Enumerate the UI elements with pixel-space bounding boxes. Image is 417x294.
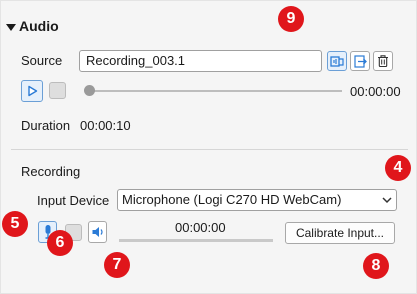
callout-label: 6 (55, 234, 65, 251)
chevron-down-icon[interactable] (382, 196, 392, 204)
duration-label: Duration (21, 118, 71, 133)
input-device-label: Input Device (37, 193, 110, 208)
calibrate-input-button[interactable]: Calibrate Input... (285, 222, 395, 244)
recording-section-title: Recording (21, 164, 81, 179)
callout-badge: 8 (363, 253, 389, 279)
callout-badge: 9 (278, 6, 304, 32)
section-divider (11, 149, 408, 150)
export-audio-button[interactable] (350, 51, 370, 71)
collapse-arrow-icon[interactable] (6, 24, 16, 31)
duration-value: 00:00:10 (80, 118, 131, 133)
source-field[interactable]: Recording_003.1 (79, 50, 322, 72)
callout-label: 5 (10, 215, 20, 232)
callout-badge: 5 (2, 211, 28, 237)
source-label: Source (21, 53, 63, 68)
play-icon (28, 85, 38, 97)
playback-slider[interactable] (90, 90, 342, 92)
playback-time: 00:00:00 (350, 84, 401, 99)
callout-badge: 6 (47, 230, 73, 256)
delete-audio-button[interactable] (373, 51, 393, 71)
input-level-time: 00:00:00 (175, 220, 226, 235)
import-audio-button[interactable] (327, 51, 347, 71)
input-level-meter (119, 239, 273, 242)
play-button[interactable] (21, 80, 43, 102)
import-audio-icon (330, 56, 344, 67)
export-audio-icon (354, 55, 367, 68)
callout-badge: 4 (385, 155, 411, 181)
audio-section-title: Audio (19, 18, 59, 34)
callout-label: 9 (286, 10, 296, 27)
callout-label: 7 (112, 256, 122, 273)
playback-slider-thumb[interactable] (84, 85, 95, 96)
callout-label: 8 (371, 257, 381, 274)
speaker-icon (92, 227, 103, 237)
stop-button[interactable] (49, 82, 66, 99)
callout-label: 4 (393, 159, 403, 176)
monitor-input-button[interactable] (88, 221, 107, 243)
callout-badge: 7 (104, 252, 130, 278)
input-device-select[interactable]: Microphone (Logi C270 HD WebCam) (117, 189, 397, 211)
trash-icon (378, 55, 388, 68)
input-device-value: Microphone (Logi C270 HD WebCam) (122, 192, 342, 207)
